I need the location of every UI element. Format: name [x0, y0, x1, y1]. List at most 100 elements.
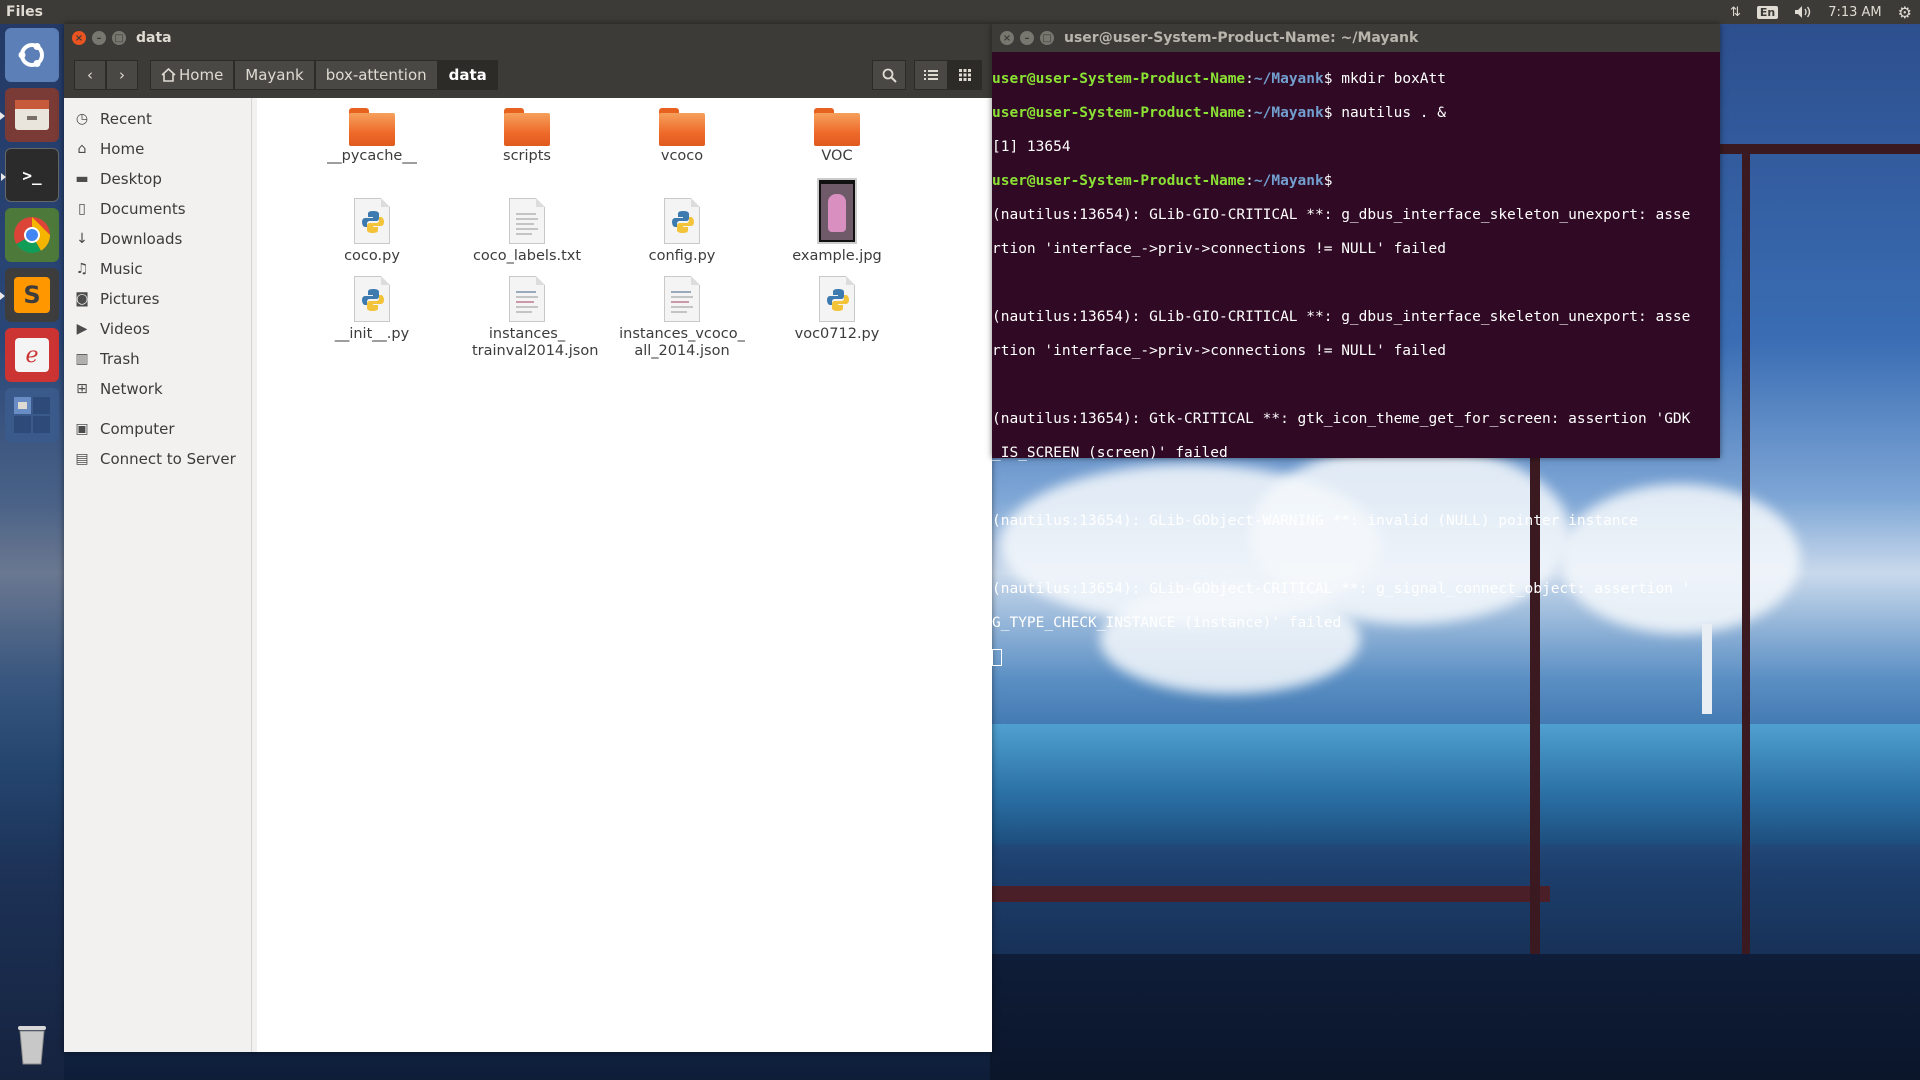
close-button[interactable]: ×	[1000, 31, 1014, 45]
clock-icon: ◷	[75, 111, 89, 127]
places-sidebar: ◷ Recent ⌂ Home ▬ Desktop ▯ Documents ↓ Downl…	[64, 98, 252, 1052]
sidebar-item-network[interactable]: ⊞ Network	[64, 374, 251, 404]
clock[interactable]: 7:13 AM	[1828, 5, 1881, 20]
home-icon	[161, 68, 176, 82]
file-init-py[interactable]: __init__.py	[297, 276, 447, 343]
list-view-button[interactable]	[914, 60, 948, 90]
file-grid: __pycache__ scripts vcoco VOC coco.py co…	[252, 98, 992, 1052]
file-instances-trainval2014-json[interactable]: instances_ trainval2014.json	[452, 276, 602, 360]
file-voc0712-py[interactable]: voc0712.py	[762, 276, 912, 343]
sidebar-item-documents[interactable]: ▯ Documents	[64, 194, 251, 224]
terminal-line: (nautilus:13654): GLib-GIO-CRITICAL **: …	[992, 207, 1691, 223]
volume-icon[interactable]	[1794, 5, 1812, 19]
file-manager-titlebar[interactable]: × – □ data	[64, 24, 992, 52]
computer-icon: ▣	[75, 421, 89, 437]
trash-icon: ▥	[75, 351, 89, 367]
grid-view-button[interactable]	[948, 60, 982, 90]
terminal-icon[interactable]: >_	[1, 148, 59, 202]
chevron-right-icon: ›	[119, 66, 125, 84]
terminal-line: _IS_SCREEN (screen)' failed	[992, 445, 1228, 461]
folder-pycache[interactable]: __pycache__	[297, 108, 447, 165]
music-icon: ♫	[75, 261, 89, 277]
file-instances-vcoco-all-2014-json[interactable]: instances_vcoco_ all_2014.json	[607, 276, 757, 360]
terminal-line: rtion 'interface_->priv->connections != …	[992, 241, 1446, 257]
file-coco-labels-txt[interactable]: coco_labels.txt	[452, 198, 602, 265]
python-file-icon	[354, 276, 390, 322]
maximize-button[interactable]: □	[112, 31, 126, 45]
network-icon: ⊞	[76, 381, 88, 397]
image-thumbnail	[817, 178, 857, 244]
terminal-line: user@user-System-Product-Name:~/Mayank$	[992, 173, 1333, 189]
sidebar-item-desktop[interactable]: ▬ Desktop	[64, 164, 251, 194]
keyboard-layout-indicator[interactable]: En	[1756, 5, 1779, 19]
file-manager-window: × – □ data ‹ › Home Mayank box-attention…	[64, 24, 992, 1052]
breadcrumb: Home Mayank box-attention data	[150, 60, 498, 90]
active-app-name: Files	[6, 4, 43, 20]
file-cabinet-icon[interactable]	[0, 88, 59, 142]
close-button[interactable]: ×	[72, 31, 86, 45]
back-button[interactable]: ‹	[74, 60, 106, 90]
json-file-icon	[509, 276, 545, 322]
server-icon: ▤	[75, 451, 89, 467]
sidebar-item-pictures[interactable]: ◙ Pictures	[64, 284, 251, 314]
sidebar-item-trash[interactable]: ▥ Trash	[64, 344, 251, 374]
terminal-line: (nautilus:13654): GLib-GIO-CRITICAL **: …	[992, 309, 1691, 325]
breadcrumb-home[interactable]: Home	[150, 60, 235, 90]
gear-icon[interactable]: ⚙	[1898, 3, 1912, 22]
terminal-line: (nautilus:13654): GLib-GObject-WARNING *…	[992, 513, 1639, 529]
folder-icon: ▬	[75, 171, 89, 187]
sidebar-item-home[interactable]: ⌂ Home	[64, 134, 251, 164]
sidebar-item-computer[interactable]: ▣ Computer	[64, 414, 251, 444]
sidebar-divider	[64, 404, 251, 414]
python-file-icon	[354, 198, 390, 244]
folder-icon	[814, 108, 860, 146]
maximize-button[interactable]: □	[1040, 31, 1054, 45]
trash-icon[interactable]	[5, 1016, 59, 1070]
document-viewer-icon[interactable]: ℯ	[5, 328, 59, 382]
video-icon: ▶	[76, 321, 88, 337]
camera-icon: ◙	[75, 291, 89, 307]
list-icon	[924, 70, 938, 80]
terminal-titlebar[interactable]: × – □ user@user-System-Product-Name: ~/M…	[992, 24, 1720, 52]
workspace-icon[interactable]	[5, 388, 59, 442]
chevron-left-icon: ‹	[87, 66, 93, 84]
search-button[interactable]	[872, 60, 906, 90]
file-coco-py[interactable]: coco.py	[297, 198, 447, 265]
terminal-line: rtion 'interface_->priv->connections != …	[992, 343, 1446, 359]
file-manager-toolbar: ‹ › Home Mayank box-attention data	[64, 52, 992, 98]
sidebar-item-music[interactable]: ♫ Music	[64, 254, 251, 284]
forward-button[interactable]: ›	[106, 60, 138, 90]
document-icon: ▯	[78, 201, 86, 217]
network-updown-icon[interactable]: ⇅	[1730, 5, 1741, 20]
folder-vcoco[interactable]: vcoco	[607, 108, 757, 165]
breadcrumb-mayank[interactable]: Mayank	[234, 60, 315, 90]
terminal-window: × – □ user@user-System-Product-Name: ~/M…	[992, 24, 1720, 666]
breadcrumb-data[interactable]: data	[437, 60, 498, 90]
sidebar-item-recent[interactable]: ◷ Recent	[64, 104, 251, 134]
breadcrumb-box-attention[interactable]: box-attention	[314, 60, 438, 90]
terminal-output[interactable]: user@user-System-Product-Name:~/Mayank$ …	[992, 52, 1720, 701]
top-panel: Files ⇅ En 7:13 AM ⚙	[0, 0, 1920, 24]
terminal-line: user@user-System-Product-Name:~/Mayank$ …	[992, 71, 1446, 87]
minimize-button[interactable]: –	[92, 31, 106, 45]
python-file-icon	[819, 276, 855, 322]
minimize-button[interactable]: –	[1020, 31, 1034, 45]
sidebar-item-downloads[interactable]: ↓ Downloads	[64, 224, 251, 254]
file-config-py[interactable]: config.py	[607, 198, 757, 265]
folder-voc[interactable]: VOC	[762, 108, 912, 165]
chrome-icon[interactable]	[5, 208, 59, 262]
sidebar-item-videos[interactable]: ▶ Videos	[64, 314, 251, 344]
folder-icon	[349, 108, 395, 146]
search-icon	[882, 68, 897, 83]
terminal-line: [1] 13654	[992, 139, 1071, 155]
sublime-icon[interactable]: S	[0, 268, 59, 322]
sidebar-item-connect-to-server[interactable]: ▤ Connect to Server	[64, 444, 251, 474]
ubuntu-logo-icon[interactable]	[5, 28, 59, 82]
json-file-icon	[664, 276, 700, 322]
folder-scripts[interactable]: scripts	[452, 108, 602, 165]
file-example-jpg[interactable]: example.jpg	[762, 178, 912, 265]
